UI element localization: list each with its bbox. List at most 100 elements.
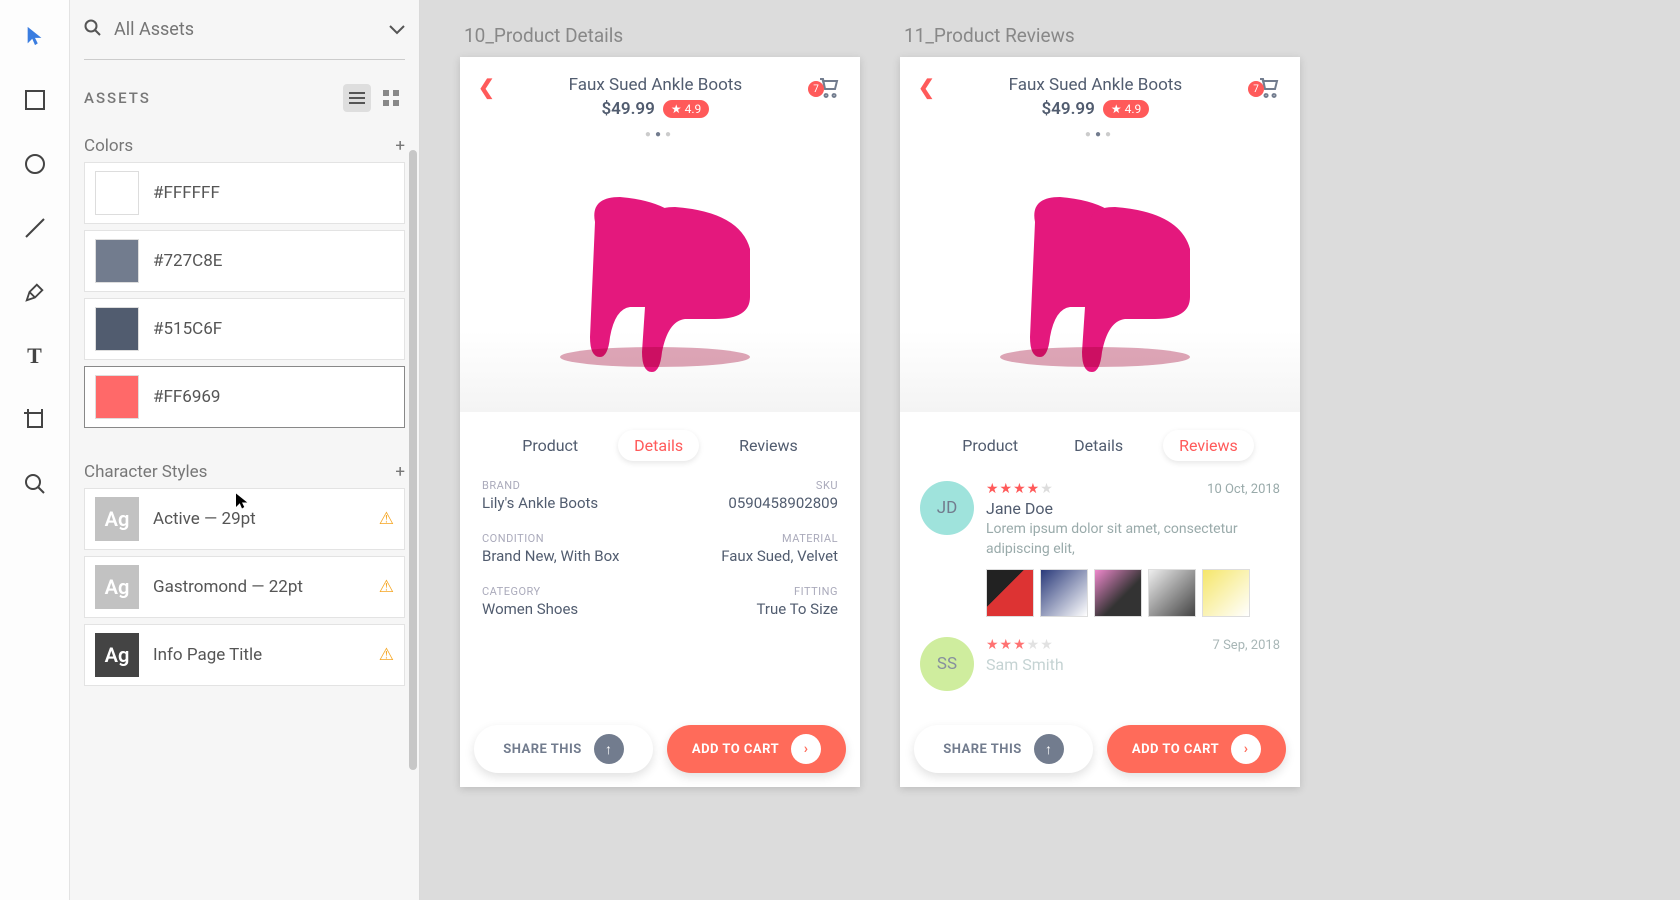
artboard-product-details[interactable]: ❮ Faux Sued Ankle Boots $49.99 ★ 4.9 7 ●… <box>460 57 860 787</box>
artboard-tool-icon[interactable] <box>21 406 49 434</box>
artboard-title[interactable]: 11_Product Reviews <box>904 24 1300 47</box>
charstyles-section-title: Character Styles <box>84 462 207 482</box>
artboard-product-reviews[interactable]: ❮ Faux Sued Ankle Boots $49.99 ★ 4.9 7 ●… <box>900 57 1300 787</box>
charstyle-asset[interactable]: Ag Gastromond — 22pt ⚠ <box>84 556 405 618</box>
product-price: $49.99 <box>601 99 654 119</box>
panel-heading: ASSETS <box>84 89 151 107</box>
select-tool-icon[interactable] <box>21 22 49 50</box>
cart-icon[interactable]: 7 <box>1256 75 1282 103</box>
reviews-list: JD ★★★★★10 Oct, 2018 Jane Doe Lorem ipsu… <box>900 473 1300 691</box>
detail-label: FITTING <box>660 585 838 598</box>
ag-icon: Ag <box>95 565 139 609</box>
grid-view-button[interactable] <box>377 84 405 112</box>
list-view-button[interactable] <box>343 84 371 112</box>
share-button[interactable]: SHARE THIS↑ <box>474 725 653 773</box>
carousel-dots[interactable]: ●●● <box>460 125 860 142</box>
colors-list: #FFFFFF #727C8E #515C6F #FF6969 <box>84 162 405 428</box>
scrollbar[interactable] <box>409 150 417 770</box>
detail-label: BRAND <box>482 479 660 492</box>
product-image <box>460 142 860 412</box>
avatar: JD <box>920 481 974 535</box>
warning-icon: ⚠ <box>379 577 394 597</box>
tab-reviews[interactable]: Reviews <box>723 430 814 461</box>
warning-icon: ⚠ <box>379 509 394 529</box>
detail-label: SKU <box>660 479 838 492</box>
arrow-up-icon: ↑ <box>594 734 624 764</box>
ellipse-tool-icon[interactable] <box>21 150 49 178</box>
carousel-dots[interactable]: ●●● <box>900 125 1300 142</box>
color-swatch <box>95 171 139 215</box>
tab-product[interactable]: Product <box>506 430 594 461</box>
cart-badge: 7 <box>808 81 824 97</box>
color-label: #727C8E <box>153 251 222 271</box>
cart-icon[interactable]: 7 <box>816 75 842 103</box>
back-icon[interactable]: ❮ <box>918 75 935 99</box>
detail-label: CATEGORY <box>482 585 660 598</box>
cart-badge: 7 <box>1248 81 1264 97</box>
assets-panel: ASSETS Colors + #FFFFFF #727C8E #515C6F … <box>70 0 420 900</box>
warning-icon: ⚠ <box>379 645 394 665</box>
canvas[interactable]: 10_Product Details ❮ Faux Sued Ankle Boo… <box>420 0 1680 900</box>
detail-value: 0590458902809 <box>660 494 838 512</box>
color-asset[interactable]: #727C8E <box>84 230 405 292</box>
review-date: 10 Oct, 2018 <box>1207 482 1280 497</box>
line-tool-icon[interactable] <box>21 214 49 242</box>
charstyle-label: Gastromond — 22pt <box>153 577 303 597</box>
color-swatch <box>95 239 139 283</box>
thumbnail[interactable] <box>1148 569 1196 617</box>
rating-badge: ★ 4.9 <box>663 100 709 118</box>
artboard-wrap: 11_Product Reviews ❮ Faux Sued Ankle Boo… <box>900 24 1300 787</box>
color-asset[interactable]: #FFFFFF <box>84 162 405 224</box>
detail-value: Brand New, With Box <box>482 547 660 565</box>
rectangle-tool-icon[interactable] <box>21 86 49 114</box>
star-rating-icon: ★★★★★ <box>986 637 1054 653</box>
chevron-right-icon: › <box>1231 734 1261 764</box>
color-swatch <box>95 307 139 351</box>
tabs: Product Details Reviews <box>460 412 860 473</box>
ag-icon: Ag <box>95 633 139 677</box>
charstyle-asset[interactable]: Ag Info Page Title ⚠ <box>84 624 405 686</box>
add-to-cart-button[interactable]: ADD TO CART› <box>667 725 846 773</box>
add-color-button[interactable]: + <box>395 136 405 156</box>
tab-reviews[interactable]: Reviews <box>1163 430 1254 461</box>
pen-tool-icon[interactable] <box>21 278 49 306</box>
add-to-cart-button[interactable]: ADD TO CART› <box>1107 725 1286 773</box>
add-charstyle-button[interactable]: + <box>395 462 405 482</box>
detail-label: CONDITION <box>482 532 660 545</box>
charstyle-label: Info Page Title <box>153 645 262 665</box>
artboard-title[interactable]: 10_Product Details <box>464 24 860 47</box>
color-label: #515C6F <box>153 319 222 339</box>
ag-icon: Ag <box>95 497 139 541</box>
chevron-right-icon: › <box>791 734 821 764</box>
product-name: Faux Sued Ankle Boots <box>935 75 1256 95</box>
share-button[interactable]: SHARE THIS↑ <box>914 725 1093 773</box>
color-swatch <box>95 375 139 419</box>
review-date: 7 Sep, 2018 <box>1213 638 1280 653</box>
reviewer-name: Sam Smith <box>986 655 1280 674</box>
search-input[interactable] <box>114 19 377 40</box>
assets-search-row[interactable] <box>84 0 405 60</box>
color-asset[interactable]: #FF6969 <box>84 366 405 428</box>
tab-details[interactable]: Details <box>1058 430 1139 461</box>
thumbnail[interactable] <box>1040 569 1088 617</box>
color-asset[interactable]: #515C6F <box>84 298 405 360</box>
thumbnail[interactable] <box>1202 569 1250 617</box>
detail-label: MATERIAL <box>660 532 838 545</box>
zoom-tool-icon[interactable] <box>21 470 49 498</box>
tool-strip: T <box>0 0 70 900</box>
avatar: SS <box>920 637 974 691</box>
details-grid: BRAND Lily's Ankle Boots SKU 0590458902809… <box>460 473 860 618</box>
chevron-down-icon[interactable] <box>389 20 405 39</box>
tab-details[interactable]: Details <box>618 430 699 461</box>
back-icon[interactable]: ❮ <box>478 75 495 99</box>
thumbnail[interactable] <box>1094 569 1142 617</box>
detail-value: Lily's Ankle Boots <box>482 494 660 512</box>
review-thumbnails <box>986 569 1280 617</box>
product-image <box>900 142 1300 412</box>
text-tool-icon[interactable]: T <box>21 342 49 370</box>
review-item: SS ★★★★★ 7 Sep, 2018 Sam Smith <box>920 637 1280 691</box>
charstyles-list: AgActive — 29pt⚠ AgGastromond — 22pt⚠ Ag… <box>84 488 405 686</box>
detail-value: True To Size <box>660 600 838 618</box>
tab-product[interactable]: Product <box>946 430 1034 461</box>
thumbnail[interactable] <box>986 569 1034 617</box>
